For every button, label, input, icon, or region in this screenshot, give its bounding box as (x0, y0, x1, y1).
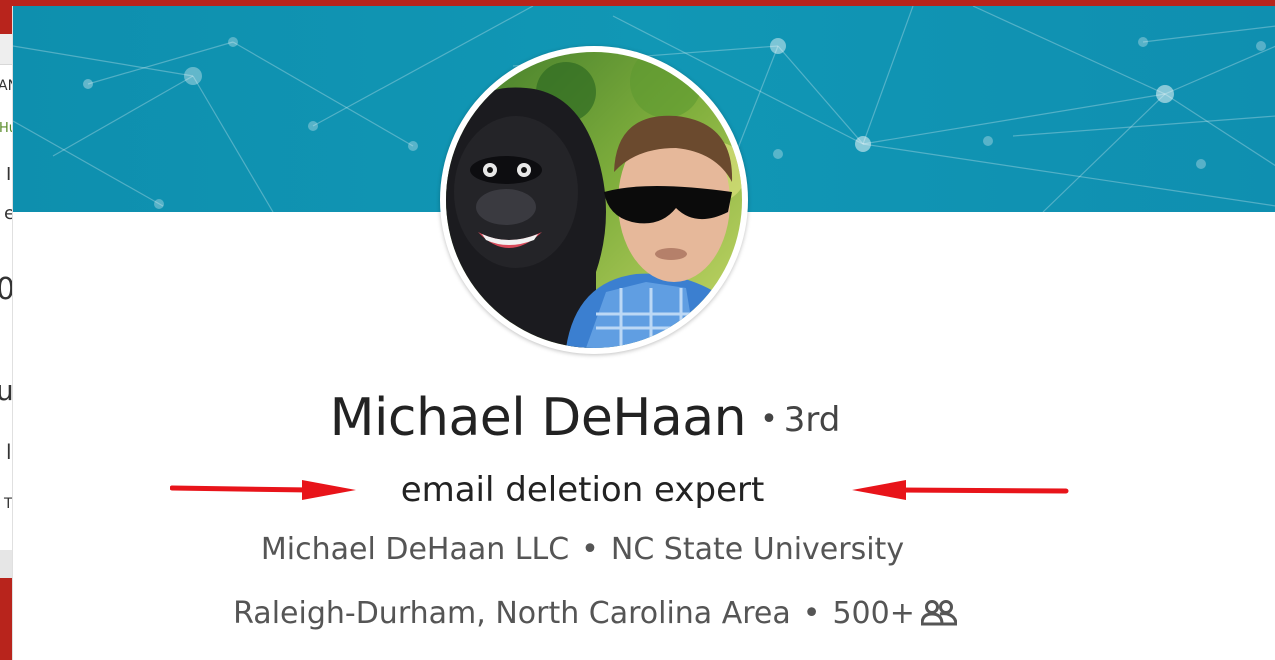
connections-icon[interactable] (920, 599, 958, 634)
profile-location: Raleigh-Durham, North Carolina Area (233, 596, 791, 631)
right-pointing-red-arrow-icon (170, 480, 356, 500)
background-text-fragment: e (4, 203, 12, 224)
background-window-header (0, 6, 12, 34)
profile-photo-image (446, 52, 742, 348)
current-company-link[interactable]: Michael DeHaan LLC (261, 532, 569, 567)
education-link[interactable]: NC State University (611, 532, 904, 567)
background-window-toolbar (0, 34, 12, 65)
background-text-fragment: Hu (0, 121, 12, 136)
profile-name: Michael DeHaan (329, 388, 747, 448)
profile-location-row: Raleigh-Durham, North Carolina Area • 500+ (0, 596, 1190, 634)
affiliation-separator: • (581, 532, 599, 567)
profile-photo[interactable] (440, 46, 748, 354)
background-text-fragment: AN (0, 78, 12, 94)
connection-degree: 3rd (783, 400, 841, 440)
connections-count[interactable]: 500+ (832, 596, 914, 631)
left-pointing-red-arrow-icon (852, 480, 1069, 500)
profile-affiliations: Michael DeHaan LLC • NC State University (0, 532, 1165, 567)
background-text-fragment: 0 (0, 272, 12, 307)
location-separator: • (802, 596, 821, 631)
screenshot: AN Hu I e 0 uj l T (0, 0, 1275, 660)
profile-name-row: Michael DeHaan • 3rd (0, 388, 1170, 448)
degree-separator: • (760, 402, 778, 437)
background-text-fragment: I (6, 164, 12, 185)
